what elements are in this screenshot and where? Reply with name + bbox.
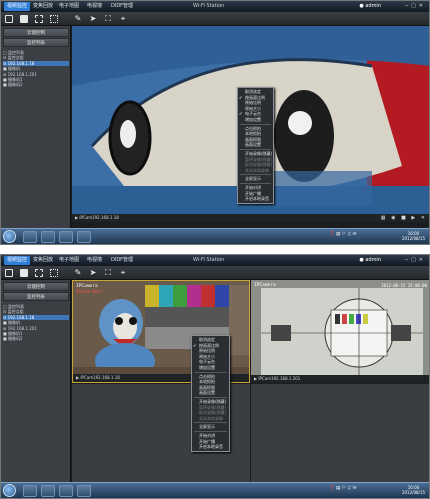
context-menu: 取消选定 按画面比例 原始比例 原始大小 电子云台 增加设置 点击抓拍 本地抓拍… [191, 335, 230, 452]
tab-emap[interactable]: 电子地图 [56, 256, 82, 265]
menu-item: 关闭本地录像 [199, 415, 223, 421]
menu-item[interactable]: 增加设置 [192, 365, 229, 371]
video-pane-right[interactable]: IPCamera 2012-08-15 15:00:00 ▶ IPCam192.… [251, 280, 429, 383]
quad-view-icon[interactable] [20, 15, 28, 23]
menu-separator [194, 396, 227, 398]
menu-item[interactable]: 画面设置 [238, 142, 273, 148]
toolbar: ✎ ➤ ⛶ ⌖ [1, 266, 429, 280]
camera-sublabel: Alarm Bell [76, 290, 104, 295]
tree-camera[interactable]: ■ 摄像机2 [3, 336, 69, 341]
menu-separator [194, 371, 227, 373]
screenshot-single-view: 视频监控 变焦回放 电子地图 电视墙 DIDF管理 Wi-Fi Station … [0, 0, 430, 245]
menu-separator [194, 430, 227, 432]
taskbar-app-icon[interactable] [41, 231, 55, 243]
menu-item[interactable]: 全屏显示 [192, 424, 229, 430]
video-status-text: IPCam192.168.1.201 [258, 376, 301, 381]
video-status-text: IPCam192.168.1.18 [80, 375, 120, 380]
sidebar: 云镜控制 监控列表 □ 监控列表 ⊟ 监控点组 ⊟ 192.168.1.18 ■… [1, 280, 71, 482]
taskbar: ❓ ▤ ⚐ ♫ ✉ 16:00 2012/08/15 [1, 482, 429, 498]
screenshot-quad-view: 视频监控 变焦回放 电子地图 电视墙 DIDF管理 Wi-Fi Station … [0, 254, 430, 499]
menu-item[interactable]: 开启本地录音 [192, 444, 229, 450]
taskbar-clock[interactable]: 16:00 2012/08/15 [402, 231, 425, 241]
quad-view-icon[interactable] [20, 269, 28, 277]
menu-item[interactable]: 画面设置 [192, 390, 229, 396]
video-controls-icons[interactable]: ▦ ◉ ■ ▶ ✕ [381, 215, 427, 221]
tab-playback[interactable]: 变焦回放 [30, 2, 56, 11]
clock-date: 2012/08/15 [401, 490, 425, 495]
pen-icon[interactable]: ✎ [74, 15, 82, 23]
sidebar: 云镜控制 监控列表 □ 监控列表 ⊟ 监控点组 ⊟ 192.168.1.18 ■… [1, 26, 71, 228]
menu-item[interactable]: 开启本地录音 [238, 196, 273, 202]
fullscreen-icon[interactable]: ⛶ [104, 269, 112, 277]
tree-camera[interactable]: ■ 摄像机2 [3, 82, 69, 87]
tab-didf[interactable]: DIDF管理 [108, 2, 136, 11]
menu-item[interactable]: 全屏显示 [238, 176, 273, 182]
video-status-bar: ▶ IPCam192.168.1.201 [251, 375, 429, 383]
single-view-icon[interactable] [5, 15, 13, 23]
video-status-bar: ▶ IPCam192.168.1.18 [72, 214, 429, 222]
send-icon[interactable]: ➤ [89, 269, 97, 277]
taskbar-app-icon[interactable] [59, 231, 73, 243]
fit-icon[interactable]: ⌖ [119, 15, 127, 23]
tab-video-monitor[interactable]: 视频监控 [4, 256, 31, 265]
camera-label: IPCamera [76, 284, 98, 289]
tab-didf[interactable]: DIDF管理 [108, 256, 136, 265]
window-title: Wi-Fi Station [193, 3, 225, 9]
taskbar-clock[interactable]: 16:00 2012/08/15 [402, 485, 425, 495]
taskbar-app-icon[interactable] [77, 231, 91, 243]
context-menu: 取消选定 按画面比例 原始比例 原始大小 电子云台 增加设置 点击抓拍 本地抓拍… [237, 87, 274, 204]
device-tree: □ 监控列表 ⊟ 监控点组 ⊟ 192.168.1.18 ■ 摄像机 ⊞ 192… [3, 50, 69, 88]
monitor-list-button[interactable]: 监控列表 [3, 38, 69, 47]
sixteen-view-icon[interactable] [50, 269, 58, 277]
window-title: Wi-Fi Station [193, 257, 225, 263]
title-bar: 视频监控 变焦回放 电子地图 电视墙 DIDF管理 Wi-Fi Station … [1, 255, 429, 266]
camera-label: IPCamera [254, 283, 276, 288]
title-bar: 视频监控 变焦回放 电子地图 电视墙 DIDF管理 Wi-Fi Station … [1, 1, 429, 12]
menu-item[interactable]: 增加设置 [238, 117, 273, 123]
tab-playback[interactable]: 变焦回放 [30, 256, 56, 265]
camera-feed-image [251, 280, 429, 383]
tab-video-monitor[interactable]: 视频监控 [4, 2, 31, 11]
device-tree: □ 监控列表 ⊟ 监控点组 ⊟ 192.168.1.18 ■ 摄像机 ⊞ 192… [3, 304, 69, 342]
menu-separator [240, 182, 271, 184]
system-tray-icons[interactable]: ❓ ▤ ⚐ ♫ ✉ [329, 486, 356, 496]
system-tray-icons[interactable]: ❓ ▤ ⚐ ♫ ✉ [329, 232, 356, 242]
taskbar-app-icon[interactable] [23, 231, 37, 243]
user-label: ● admin [359, 257, 381, 263]
camera-timestamp: 2012-08-15 15:00:00 [381, 283, 427, 288]
fullscreen-icon[interactable]: ⛶ [104, 15, 112, 23]
user-label: ● admin [359, 3, 381, 9]
taskbar-app-icon[interactable] [59, 485, 73, 497]
pen-icon[interactable]: ✎ [74, 269, 82, 277]
tab-tv-wall[interactable]: 电视墙 [84, 256, 105, 265]
clock-date: 2012/08/15 [401, 236, 425, 241]
username: admin [365, 257, 381, 263]
ptz-control-button[interactable]: 云镜控制 [3, 282, 69, 291]
video-pane-empty[interactable] [251, 384, 429, 484]
taskbar-app-icon[interactable] [77, 485, 91, 497]
window-controls[interactable]: ─□✕ [405, 3, 426, 9]
username: admin [365, 3, 381, 9]
taskbar-app-icon[interactable] [41, 485, 55, 497]
tab-emap[interactable]: 电子地图 [56, 2, 82, 11]
tab-tv-wall[interactable]: 电视墙 [84, 2, 105, 11]
menu-separator [240, 123, 271, 125]
fit-icon[interactable]: ⌖ [119, 269, 127, 277]
monitor-list-button[interactable]: 监控列表 [3, 292, 69, 301]
taskbar: ❓ ▤ ⚐ ♫ ✉ 16:00 2012/08/15 [1, 228, 429, 244]
sixteen-view-icon[interactable] [50, 15, 58, 23]
toolbar: ✎ ➤ ⛶ ⌖ [1, 12, 429, 26]
video-status-text: IPCam192.168.1.18 [79, 215, 119, 220]
start-button-icon[interactable] [3, 484, 16, 497]
ptz-control-button[interactable]: 云镜控制 [3, 28, 69, 37]
nine-view-icon[interactable] [35, 15, 43, 23]
single-view-icon[interactable] [5, 269, 13, 277]
nine-view-icon[interactable] [35, 269, 43, 277]
menu-item: 关闭本地录像 [245, 167, 269, 173]
send-icon[interactable]: ➤ [89, 15, 97, 23]
taskbar-app-icon[interactable] [23, 485, 37, 497]
window-controls[interactable]: ─□✕ [405, 257, 426, 263]
start-button-icon[interactable] [3, 230, 16, 243]
menu-separator [240, 148, 271, 150]
